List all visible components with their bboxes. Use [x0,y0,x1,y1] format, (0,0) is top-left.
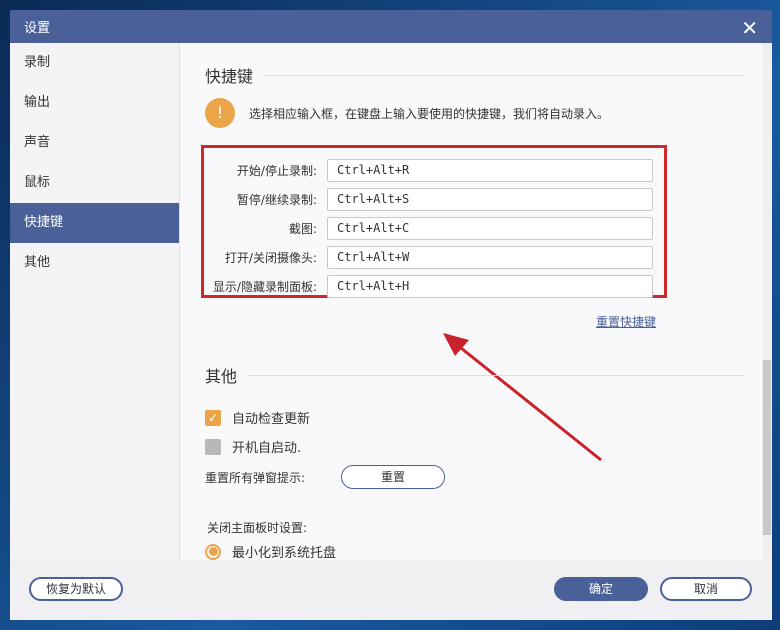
restore-defaults-button[interactable]: 恢复为默认 [29,577,123,601]
sidebar-item-audio[interactable]: 声音 [10,123,179,163]
sidebar-item-mouse[interactable]: 鼠标 [10,163,179,203]
checkbox-label: 自动检查更新 [232,412,311,427]
divider [247,374,745,376]
reset-popups-label: 重置所有弹窗提示: [205,471,306,485]
hotkey-row: 打开/关闭摄像头: Ctrl+Alt+W [181,246,661,269]
divider [263,74,745,76]
radio-label: 最小化到系统托盘 [232,546,337,560]
hotkey-tip: ! 选择相应输入框，在键盘上输入要使用的快捷键，我们将自动录入。 [205,98,609,128]
sidebar-item-other[interactable]: 其他 [10,243,179,283]
hotkey-label: 暂停/继续录制: [236,193,317,207]
ok-button[interactable]: 确定 [554,577,648,601]
hotkey-row: 开始/停止录制: Ctrl+Alt+R [181,159,661,182]
sidebar-item-output[interactable]: 输出 [10,83,179,123]
scrollbar-thumb[interactable] [763,360,771,535]
section-heading: 快捷键 [205,67,254,86]
close-icon[interactable]: ✕ [741,16,758,40]
settings-content: 快捷键 ! 选择相应输入框，在键盘上输入要使用的快捷键，我们将自动录入。 开始/… [181,43,761,560]
hotkey-input-screenshot[interactable]: Ctrl+Alt+C [327,217,653,240]
hotkey-row: 截图: Ctrl+Alt+C [181,217,661,240]
window-title: 设置 [24,21,51,36]
minimize-radio[interactable]: 最小化到系统托盘 [205,542,336,560]
other-section-title: 其他 [205,363,745,387]
hotkey-input-start-stop[interactable]: Ctrl+Alt+R [327,159,653,182]
red-arrow-annotation [443,333,602,462]
checkbox-label: 开机自启动. [232,441,302,456]
title-bar: 设置 ✕ [10,10,772,43]
tip-text: 选择相应输入框，在键盘上输入要使用的快捷键，我们将自动录入。 [249,106,610,121]
footer: 恢复为默认 确定 取消 [10,560,772,620]
hotkey-label: 打开/关闭摄像头: [224,251,317,265]
warning-icon: ! [205,98,235,128]
hotkey-label: 开始/停止录制: [236,164,317,178]
hotkeys-section-title: 快捷键 [205,63,745,87]
cancel-button[interactable]: 取消 [660,577,752,601]
auto-update-checkbox[interactable]: ✓ 自动检查更新 [205,408,310,427]
sidebar: 录制 输出 声音 鼠标 快捷键 其他 [10,43,180,560]
hotkey-input-webcam[interactable]: Ctrl+Alt+W [327,246,653,269]
hotkey-label: 截图: [288,222,317,236]
sidebar-item-hotkeys[interactable]: 快捷键 [10,203,179,243]
radio-selected-icon[interactable] [205,543,221,560]
reset-popups-button[interactable]: 重置 [341,465,445,489]
scrollbar[interactable] [762,43,772,560]
section-heading: 其他 [205,367,238,386]
checkmark-icon[interactable]: ✓ [205,409,221,426]
sidebar-item-record[interactable]: 录制 [10,43,179,83]
hotkey-input-panel[interactable]: Ctrl+Alt+H [327,275,653,298]
hotkey-input-pause[interactable]: Ctrl+Alt+S [327,188,653,211]
hotkey-label: 显示/隐藏录制面板: [212,280,317,294]
hotkey-row: 显示/隐藏录制面板: Ctrl+Alt+H [181,275,661,298]
close-panel-label: 关闭主面板时设置: [207,521,308,535]
settings-dialog: 设置 ✕ 录制 输出 声音 鼠标 快捷键 其他 快捷键 ! 选择相应输入框，在键… [10,10,772,620]
autostart-checkbox[interactable]: 开机自启动. [205,437,301,456]
checkbox-empty-icon[interactable] [205,438,221,455]
hotkey-row: 暂停/继续录制: Ctrl+Alt+S [181,188,661,211]
